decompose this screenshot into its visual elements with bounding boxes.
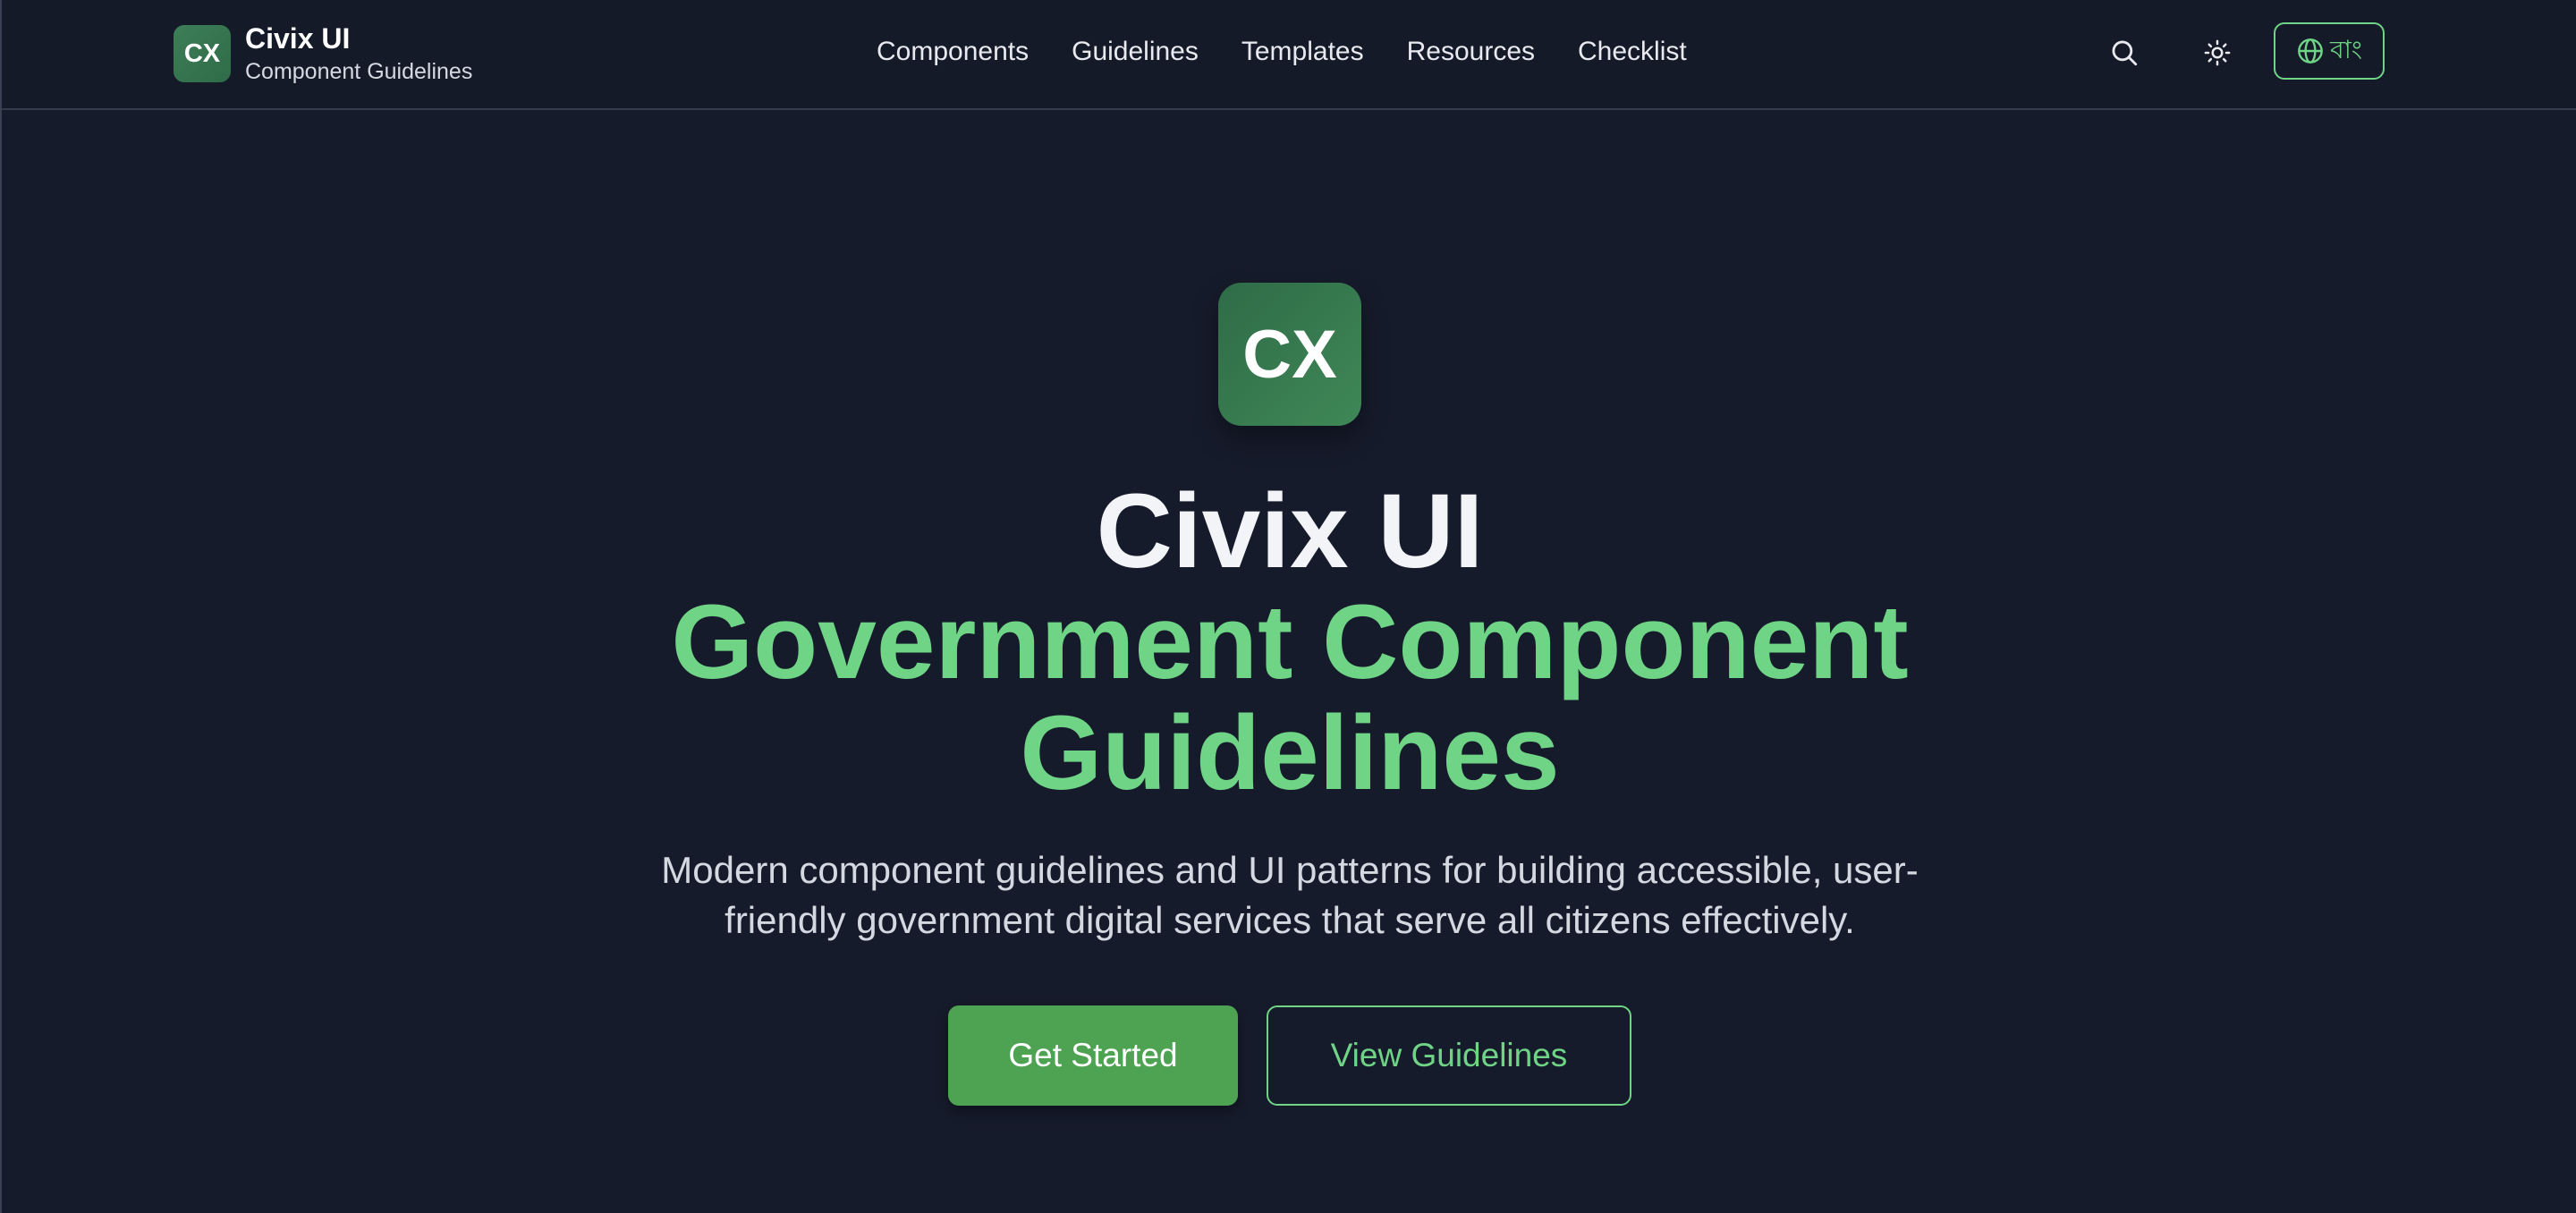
nav-item-templates[interactable]: Templates — [1241, 34, 1364, 70]
brand-subtitle: Component Guidelines — [245, 59, 473, 84]
search-icon — [2112, 40, 2138, 66]
nav-item-components[interactable]: Components — [877, 34, 1029, 70]
globe-icon — [2298, 38, 2323, 64]
nav-item-resources[interactable]: Resources — [1407, 34, 1535, 70]
brand-logo: CX — [174, 25, 231, 82]
hero-logo: CX — [1218, 283, 1361, 426]
brand-title: Civix UI — [245, 22, 351, 55]
nav-item-checklist[interactable]: Checklist — [1578, 34, 1687, 70]
language-label: বাং — [2330, 35, 2362, 64]
hero-title-highlight: Government Component Guidelines — [671, 583, 1909, 812]
theme-toggle-button[interactable] — [2195, 30, 2240, 75]
get-started-button[interactable]: Get Started — [948, 1005, 1238, 1106]
hero-title: Civix UI — [1096, 472, 1484, 590]
view-guidelines-button[interactable]: View Guidelines — [1267, 1005, 1631, 1106]
nav-item-guidelines[interactable]: Guidelines — [1072, 34, 1199, 70]
hero-description: Modern component guidelines and UI patte… — [661, 849, 1919, 941]
top-navbar: CX Civix UI Component Guidelines Compone… — [2, 0, 2576, 110]
language-switch-button[interactable]: বাং — [2274, 22, 2385, 80]
brand-text: Civix UI Component Guidelines — [245, 21, 472, 86]
search-button[interactable] — [2102, 30, 2147, 75]
page: CX Civix UI Component Guidelines Compone… — [0, 0, 2576, 1213]
sun-icon — [2204, 39, 2231, 66]
brand[interactable]: CX Civix UI Component Guidelines — [174, 21, 472, 86]
main-nav: Components Guidelines Templates Resource… — [877, 34, 1687, 70]
